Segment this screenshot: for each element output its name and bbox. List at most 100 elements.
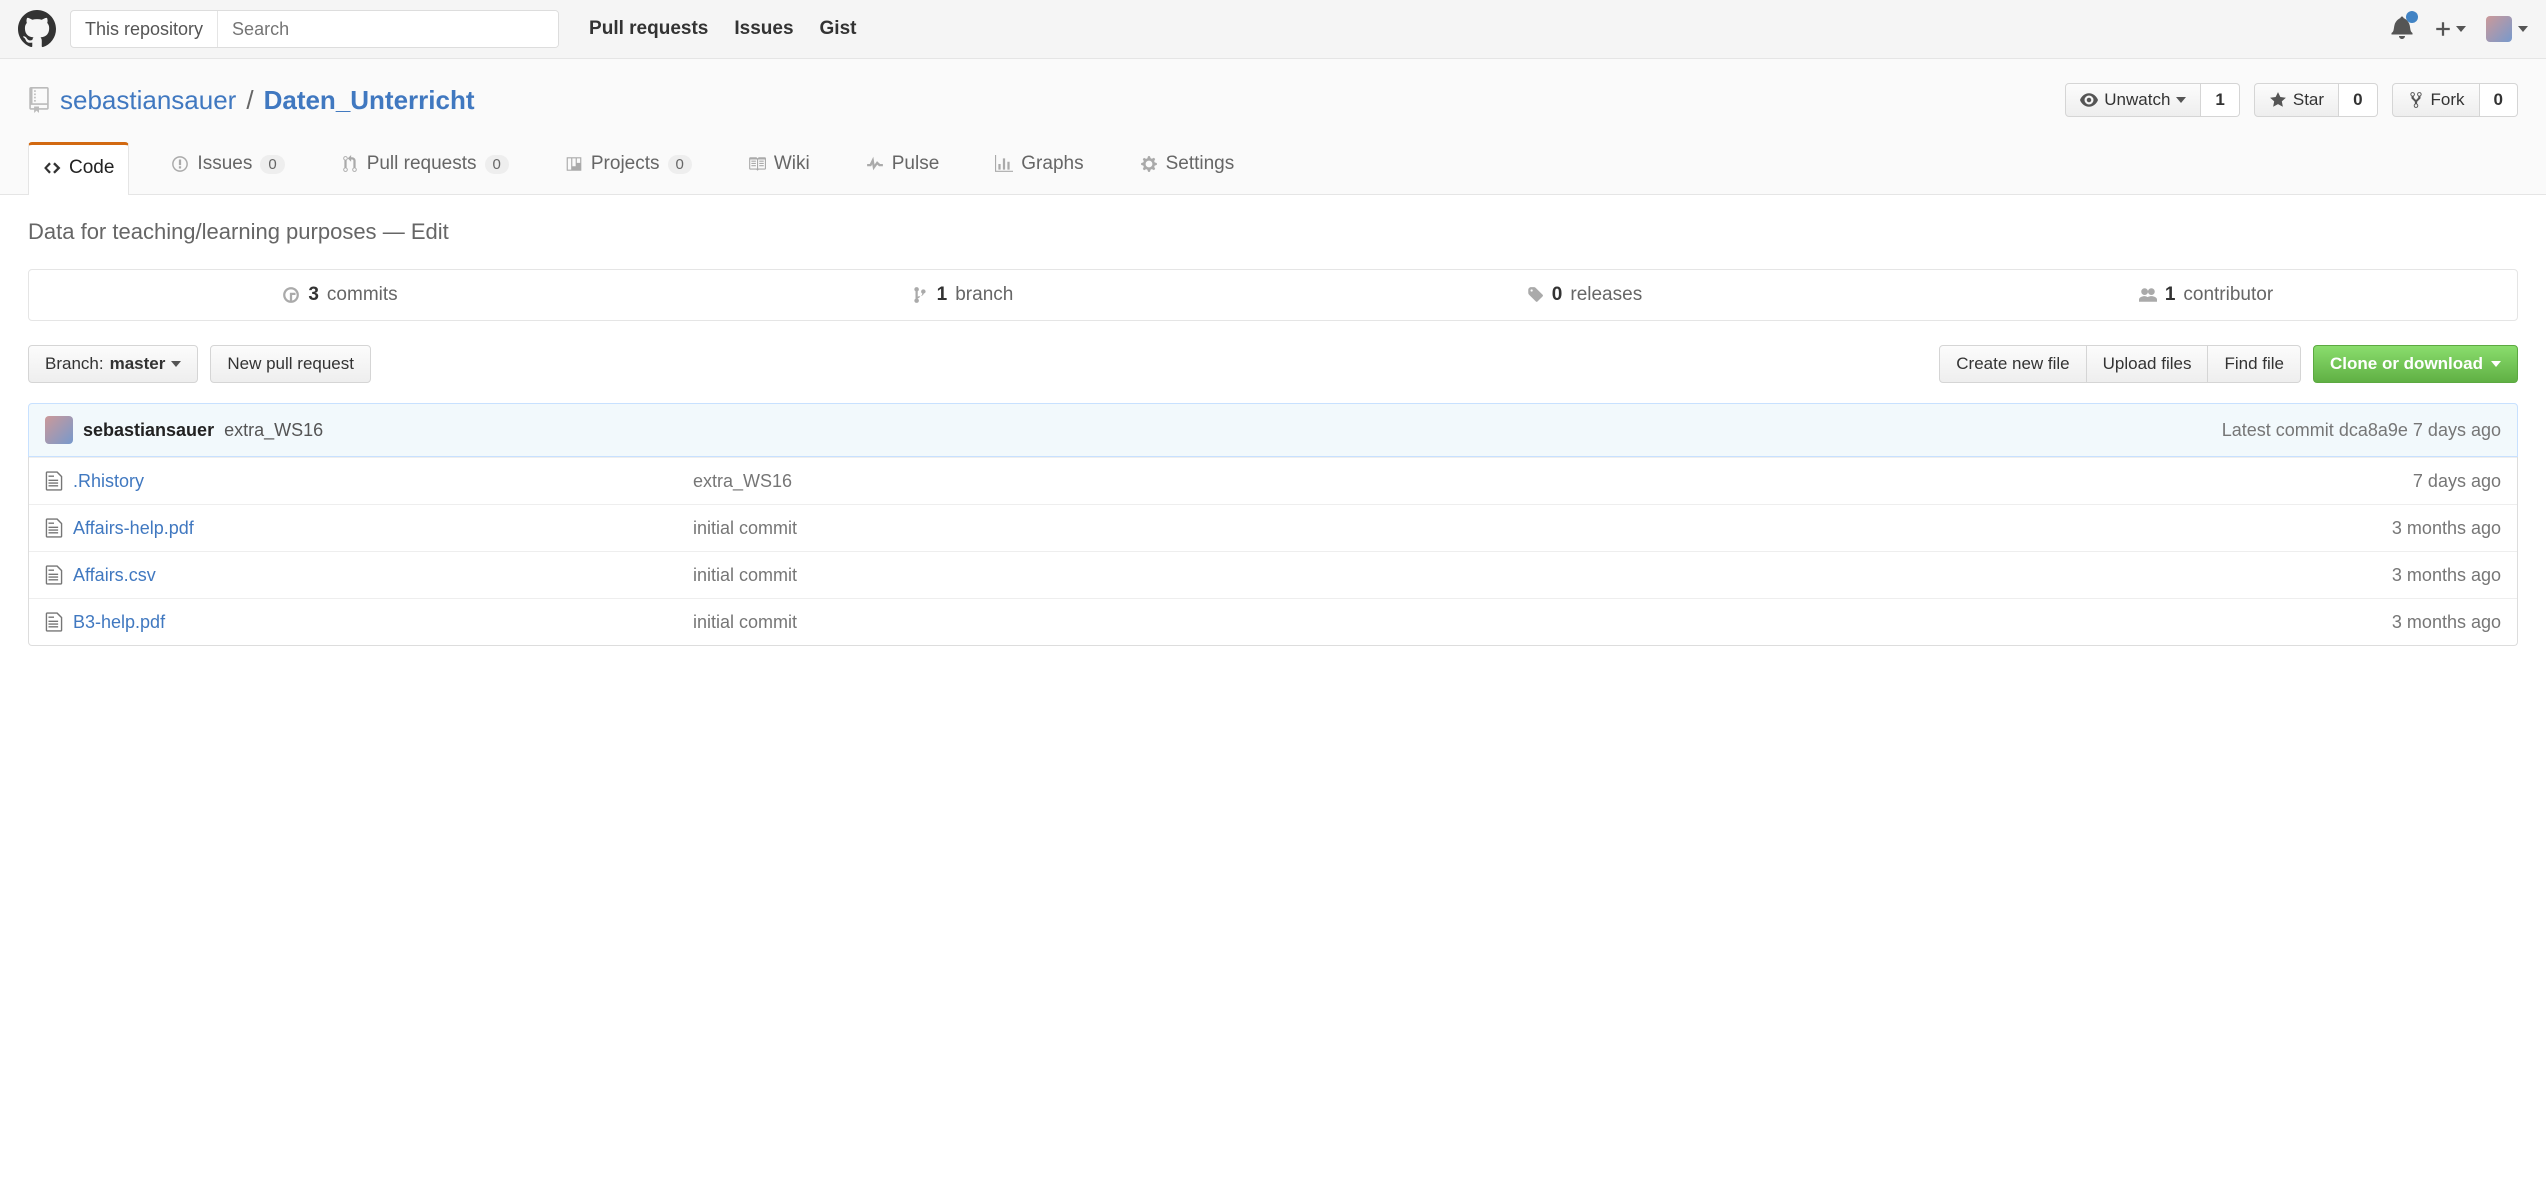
file-commit-message[interactable]: initial commit [693, 612, 2392, 633]
repo-name-link[interactable]: Daten_Unterricht [264, 85, 475, 116]
commits-stat[interactable]: 3 commits [29, 270, 651, 320]
upload-files-label: Upload files [2103, 354, 2192, 374]
people-icon [2139, 286, 2157, 304]
tab-code-label: Code [69, 157, 114, 179]
file-row: Affairs-help.pdfinitial commit3 months a… [29, 504, 2517, 551]
caret-down-icon [2176, 97, 2186, 103]
file-icon [45, 517, 63, 539]
watch-count[interactable]: 1 [2201, 83, 2239, 117]
tab-projects-count: 0 [668, 155, 692, 174]
fork-group: Fork 0 [2392, 83, 2518, 117]
projects-icon [565, 155, 583, 173]
upload-files-button[interactable]: Upload files [2087, 345, 2209, 383]
repo-owner-link[interactable]: sebastiansauer [60, 85, 236, 116]
nav-gist[interactable]: Gist [820, 18, 857, 40]
tab-issues-count: 0 [260, 155, 284, 174]
contributors-stat[interactable]: 1 contributor [1895, 270, 2517, 320]
file-name-link[interactable]: B3-help.pdf [73, 612, 693, 633]
tag-icon [1526, 286, 1544, 304]
notifications-button[interactable] [2390, 15, 2414, 44]
fork-button[interactable]: Fork [2392, 83, 2480, 117]
create-new-menu[interactable] [2434, 20, 2466, 38]
branches-label: branch [955, 284, 1013, 306]
search-scope-label[interactable]: This repository [71, 11, 218, 47]
repo-title: sebastiansauer / Daten_Unterricht [28, 85, 475, 116]
search-input[interactable] [218, 11, 558, 47]
nav-issues[interactable]: Issues [734, 18, 793, 40]
tab-pulls[interactable]: Pull requests 0 [327, 141, 523, 194]
star-button[interactable]: Star [2254, 83, 2339, 117]
create-file-label: Create new file [1956, 354, 2069, 374]
tab-settings[interactable]: Settings [1126, 141, 1249, 194]
file-name-link[interactable]: Affairs-help.pdf [73, 518, 693, 539]
file-name-link[interactable]: .Rhistory [73, 471, 693, 492]
new-pr-label: New pull request [227, 354, 354, 374]
pulse-icon [866, 155, 884, 173]
repo-stats: 3 commits 1 branch 0 releases 1 contribu… [28, 269, 2518, 321]
tab-issues[interactable]: Issues 0 [157, 141, 298, 194]
repo-main: Data for teaching/learning purposes — Ed… [0, 195, 2546, 670]
file-date: 3 months ago [2392, 518, 2501, 539]
repo-tabs: Code Issues 0 Pull requests 0 Projects 0… [28, 141, 2518, 194]
unwatch-label: Unwatch [2104, 90, 2170, 110]
branch-name: master [110, 354, 166, 374]
releases-count: 0 [1552, 284, 1563, 306]
github-logo-icon[interactable] [18, 10, 56, 48]
repo-head: sebastiansauer / Daten_Unterricht Unwatc… [0, 59, 2546, 195]
branch-prefix: Branch: [45, 354, 104, 374]
branches-stat[interactable]: 1 branch [651, 270, 1273, 320]
code-icon [43, 159, 61, 177]
repo-description: Data for teaching/learning purposes — Ed… [28, 219, 2518, 245]
nav-pull-requests[interactable]: Pull requests [589, 18, 708, 40]
tab-pulse[interactable]: Pulse [852, 141, 954, 194]
file-icon [45, 470, 63, 492]
top-nav: Pull requests Issues Gist [589, 18, 856, 40]
file-date: 3 months ago [2392, 612, 2501, 633]
repo-actions: Unwatch 1 Star 0 Fork 0 [2065, 83, 2518, 117]
tab-code[interactable]: Code [28, 142, 129, 195]
avatar [2486, 16, 2512, 42]
file-date: 7 days ago [2413, 471, 2501, 492]
tab-graphs[interactable]: Graphs [981, 141, 1097, 194]
find-file-label: Find file [2224, 354, 2284, 374]
commit-author[interactable]: sebastiansauer [83, 420, 214, 441]
commit-time: 7 days ago [2413, 420, 2501, 440]
branch-select-button[interactable]: Branch: master [28, 345, 198, 383]
clone-label: Clone or download [2330, 354, 2483, 374]
file-commit-message[interactable]: initial commit [693, 518, 2392, 539]
pull-request-icon [341, 155, 359, 173]
fork-count[interactable]: 0 [2480, 83, 2518, 117]
repo-icon [28, 87, 50, 113]
user-menu[interactable] [2486, 16, 2528, 42]
eye-icon [2080, 91, 2098, 109]
commit-sha[interactable]: dca8a9e [2339, 420, 2408, 440]
find-file-button[interactable]: Find file [2208, 345, 2301, 383]
file-row: .Rhistoryextra_WS167 days ago [29, 457, 2517, 504]
file-name-link[interactable]: Affairs.csv [73, 565, 693, 586]
new-pull-request-button[interactable]: New pull request [210, 345, 371, 383]
edit-description-link[interactable]: Edit [411, 219, 449, 244]
contributors-label: contributor [2183, 284, 2273, 306]
tab-wiki-label: Wiki [774, 153, 810, 175]
commit-message[interactable]: extra_WS16 [224, 420, 323, 441]
tab-pulls-label: Pull requests [367, 153, 477, 175]
latest-commit-bar: sebastiansauer extra_WS16 Latest commit … [28, 403, 2518, 457]
star-count[interactable]: 0 [2339, 83, 2377, 117]
top-right-cluster [2390, 15, 2528, 44]
releases-stat[interactable]: 0 releases [1273, 270, 1895, 320]
tab-pulse-label: Pulse [892, 153, 940, 175]
file-commit-message[interactable]: initial commit [693, 565, 2392, 586]
commits-label: commits [327, 284, 398, 306]
create-file-button[interactable]: Create new file [1939, 345, 2086, 383]
tab-wiki[interactable]: Wiki [734, 141, 824, 194]
tab-graphs-label: Graphs [1021, 153, 1083, 175]
unwatch-button[interactable]: Unwatch [2065, 83, 2201, 117]
star-label: Star [2293, 90, 2324, 110]
file-commit-message[interactable]: extra_WS16 [693, 471, 2413, 492]
file-icon [45, 564, 63, 586]
clone-download-button[interactable]: Clone or download [2313, 345, 2518, 383]
tab-projects[interactable]: Projects 0 [551, 141, 706, 194]
file-icon [45, 611, 63, 633]
caret-down-icon [2456, 26, 2466, 32]
global-header: This repository Pull requests Issues Gis… [0, 0, 2546, 59]
